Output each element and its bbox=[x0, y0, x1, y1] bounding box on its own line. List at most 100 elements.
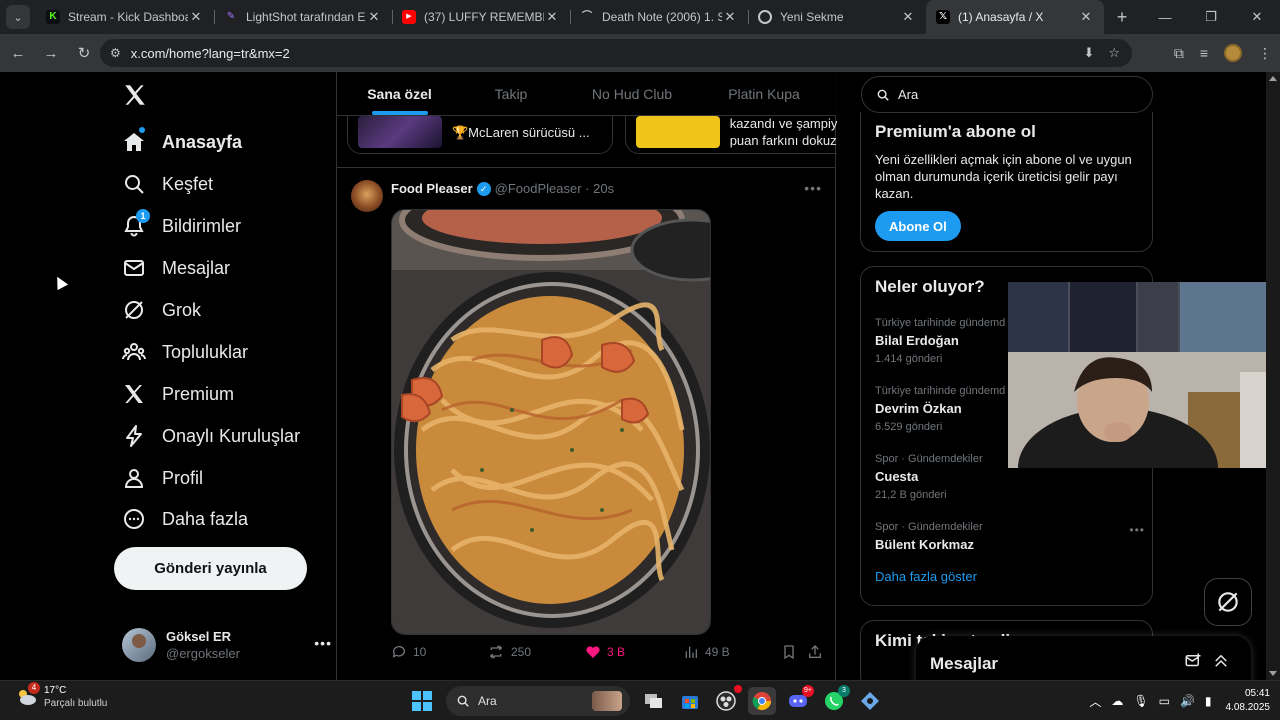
minimize-icon[interactable]: — bbox=[1142, 0, 1188, 34]
close-tab-icon[interactable]: ✕ bbox=[900, 9, 916, 25]
reply-button[interactable]: 10 bbox=[391, 644, 426, 660]
site-info-icon[interactable]: ⚙ bbox=[110, 46, 121, 60]
close-tab-icon[interactable]: ✕ bbox=[544, 9, 560, 25]
bookmark-button[interactable] bbox=[781, 644, 803, 660]
nav-item-premium[interactable]: Premium bbox=[122, 378, 234, 410]
chevron-up-icon[interactable]: ︿ bbox=[1089, 693, 1101, 710]
browser-tab[interactable]: ✎ LightShot tarafından Ekran ✕ bbox=[214, 0, 392, 34]
forward-arrow-icon[interactable]: → bbox=[36, 38, 66, 68]
tweet[interactable]: Food Pleaser ✓ @FoodPleaser · 20s ••• 10… bbox=[337, 168, 836, 678]
browser-tab[interactable]: K Stream - Kick Dashboard ✕ bbox=[36, 0, 214, 34]
trend-item[interactable]: Spor · Gündemdekiler Bülent Korkmaz ••• bbox=[875, 521, 1145, 552]
clock[interactable]: 05:41 4.08.2025 bbox=[1226, 687, 1271, 715]
browser-tab[interactable]: ⌒ Death Note (2006) 1. Sezon ✕ bbox=[570, 0, 748, 34]
close-tab-icon[interactable]: ✕ bbox=[188, 9, 204, 25]
browser-tab[interactable]: Yeni Sekme ✕ bbox=[748, 0, 926, 34]
obs-icon[interactable] bbox=[712, 685, 742, 715]
expand-chevrons-icon[interactable] bbox=[1212, 652, 1230, 670]
microsoft-store-icon[interactable] bbox=[676, 687, 704, 715]
messages-drawer[interactable]: Mesajlar bbox=[916, 636, 1251, 680]
nav-item-verified-orgs[interactable]: Onaylı Kuruluşlar bbox=[122, 420, 300, 452]
task-view-icon[interactable] bbox=[640, 687, 668, 715]
main-feed: Sana özel Takip No Hud Club Platin Kupa … bbox=[336, 72, 837, 680]
whatsapp-icon[interactable]: 3 bbox=[820, 685, 850, 715]
install-app-icon[interactable]: ⬇ bbox=[1083, 45, 1094, 61]
nav-item-notifications[interactable]: 1 Bildirimler bbox=[122, 209, 241, 242]
card-text-line: kazandı ve şampiy bbox=[729, 116, 837, 131]
new-tab-icon[interactable]: + bbox=[1108, 7, 1136, 28]
nav-item-communities[interactable]: Topluluklar bbox=[122, 336, 248, 368]
browser-tab[interactable]: ▶ (37) LUFFY REMEMBERS ● ✕ bbox=[392, 0, 570, 34]
notification-badge: 1 bbox=[136, 209, 150, 223]
bookmark-star-icon[interactable]: ☆ bbox=[1108, 45, 1120, 61]
maximize-icon[interactable]: ❐ bbox=[1188, 0, 1234, 34]
tweet-image[interactable] bbox=[391, 209, 711, 635]
close-tab-icon[interactable]: ✕ bbox=[722, 9, 738, 25]
media-control-icon[interactable]: ≡ bbox=[1200, 45, 1208, 61]
like-button[interactable]: 3 B bbox=[585, 644, 625, 660]
news-card[interactable]: 🏆McLaren sürücüsü ... bbox=[347, 116, 613, 154]
chrome-icon[interactable] bbox=[748, 687, 776, 715]
volume-icon[interactable]: 🔊 bbox=[1180, 694, 1195, 708]
nav-item-home[interactable]: Anasayfa bbox=[122, 126, 242, 158]
onedrive-cloud-icon[interactable]: ☁ bbox=[1111, 694, 1123, 708]
taskbar-search[interactable]: Ara bbox=[446, 686, 630, 716]
back-arrow-icon[interactable]: ← bbox=[3, 38, 33, 68]
share-button[interactable] bbox=[807, 644, 829, 660]
weather-widget[interactable]: 4 17°C Parçalı bulutlu bbox=[14, 682, 107, 709]
views-button[interactable]: 49 B bbox=[683, 644, 730, 660]
tab-search-chevron-icon[interactable]: ⌄ bbox=[6, 5, 30, 29]
nav-item-more[interactable]: Daha fazla bbox=[122, 503, 248, 535]
menu-dots-icon[interactable]: ⋮ bbox=[1258, 45, 1272, 62]
tab-following[interactable]: Takip bbox=[462, 72, 560, 115]
battery-icon[interactable]: ▮ bbox=[1205, 694, 1212, 708]
profile-avatar-icon[interactable] bbox=[1224, 44, 1242, 62]
x-logo-icon[interactable] bbox=[122, 82, 148, 108]
show-more-link[interactable]: Daha fazla göster bbox=[875, 569, 977, 584]
tweet-author-avatar[interactable] bbox=[351, 180, 383, 212]
display-icon[interactable]: ▭ bbox=[1159, 694, 1170, 708]
share-icon bbox=[809, 645, 821, 658]
page-scrollbar[interactable] bbox=[1266, 72, 1280, 680]
nav-item-profile[interactable]: Profil bbox=[122, 462, 203, 494]
more-dots-icon[interactable]: ••• bbox=[1129, 523, 1145, 537]
weather-temp: 17°C bbox=[44, 685, 67, 696]
discord-icon[interactable]: 9+ bbox=[784, 685, 814, 715]
address-bar[interactable]: ⚙ x.com/home?lang=tr&mx=2 ⬇ ☆ bbox=[100, 39, 1132, 67]
nav-item-explore[interactable]: Keşfet bbox=[122, 168, 213, 200]
more-dots-icon[interactable]: ••• bbox=[314, 635, 332, 651]
tab-no-hud-club[interactable]: No Hud Club bbox=[560, 72, 704, 115]
more-dots-icon[interactable]: ••• bbox=[804, 180, 822, 196]
microphone-icon[interactable]: 🎙 bbox=[1133, 694, 1148, 708]
search-icon bbox=[877, 89, 889, 101]
tab-for-you[interactable]: Sana özel bbox=[337, 72, 462, 115]
tab-platin-kupa[interactable]: Platin Kupa bbox=[704, 72, 824, 115]
grok-floating-button[interactable] bbox=[1204, 578, 1252, 626]
nav-item-grok[interactable]: Grok bbox=[122, 294, 201, 326]
subscribe-button[interactable]: Abone Ol bbox=[875, 211, 961, 241]
browser-tab-active[interactable]: 𝕏 (1) Anasayfa / X ✕ bbox=[926, 0, 1104, 34]
search-icon bbox=[457, 695, 469, 707]
post-button[interactable]: Gönderi yayınla bbox=[114, 547, 307, 590]
tweet-author-name[interactable]: Food Pleaser bbox=[391, 181, 473, 196]
close-tab-icon[interactable]: ✕ bbox=[366, 9, 382, 25]
tweet-time[interactable]: 20s bbox=[593, 181, 614, 196]
account-switcher[interactable]: Göksel ER @ergokseler ••• bbox=[122, 625, 332, 665]
close-tab-icon[interactable]: ✕ bbox=[1078, 9, 1094, 25]
nav-item-messages[interactable]: Mesajlar bbox=[122, 252, 230, 284]
news-card[interactable]: kazandı ve şampiy puan farkını dokuz bbox=[625, 116, 837, 154]
extensions-icon[interactable]: ⧉ bbox=[1174, 45, 1184, 62]
app-icon[interactable] bbox=[856, 687, 884, 715]
clock-time: 05:41 bbox=[1244, 688, 1270, 699]
discord-badge: 9+ bbox=[802, 685, 814, 697]
reload-icon[interactable]: ↻ bbox=[69, 38, 99, 68]
windows-start-icon[interactable] bbox=[408, 687, 436, 715]
tweet-author-handle[interactable]: @FoodPleaser bbox=[495, 181, 582, 196]
unread-dot bbox=[139, 127, 145, 133]
search-input[interactable]: Ara bbox=[861, 76, 1153, 113]
new-message-icon[interactable] bbox=[1184, 652, 1202, 670]
chrome-icon bbox=[758, 10, 772, 24]
close-window-icon[interactable]: ✕ bbox=[1234, 0, 1280, 34]
card-text-line: puan farkını dokuz bbox=[729, 133, 837, 148]
retweet-button[interactable]: 250 bbox=[487, 644, 531, 660]
